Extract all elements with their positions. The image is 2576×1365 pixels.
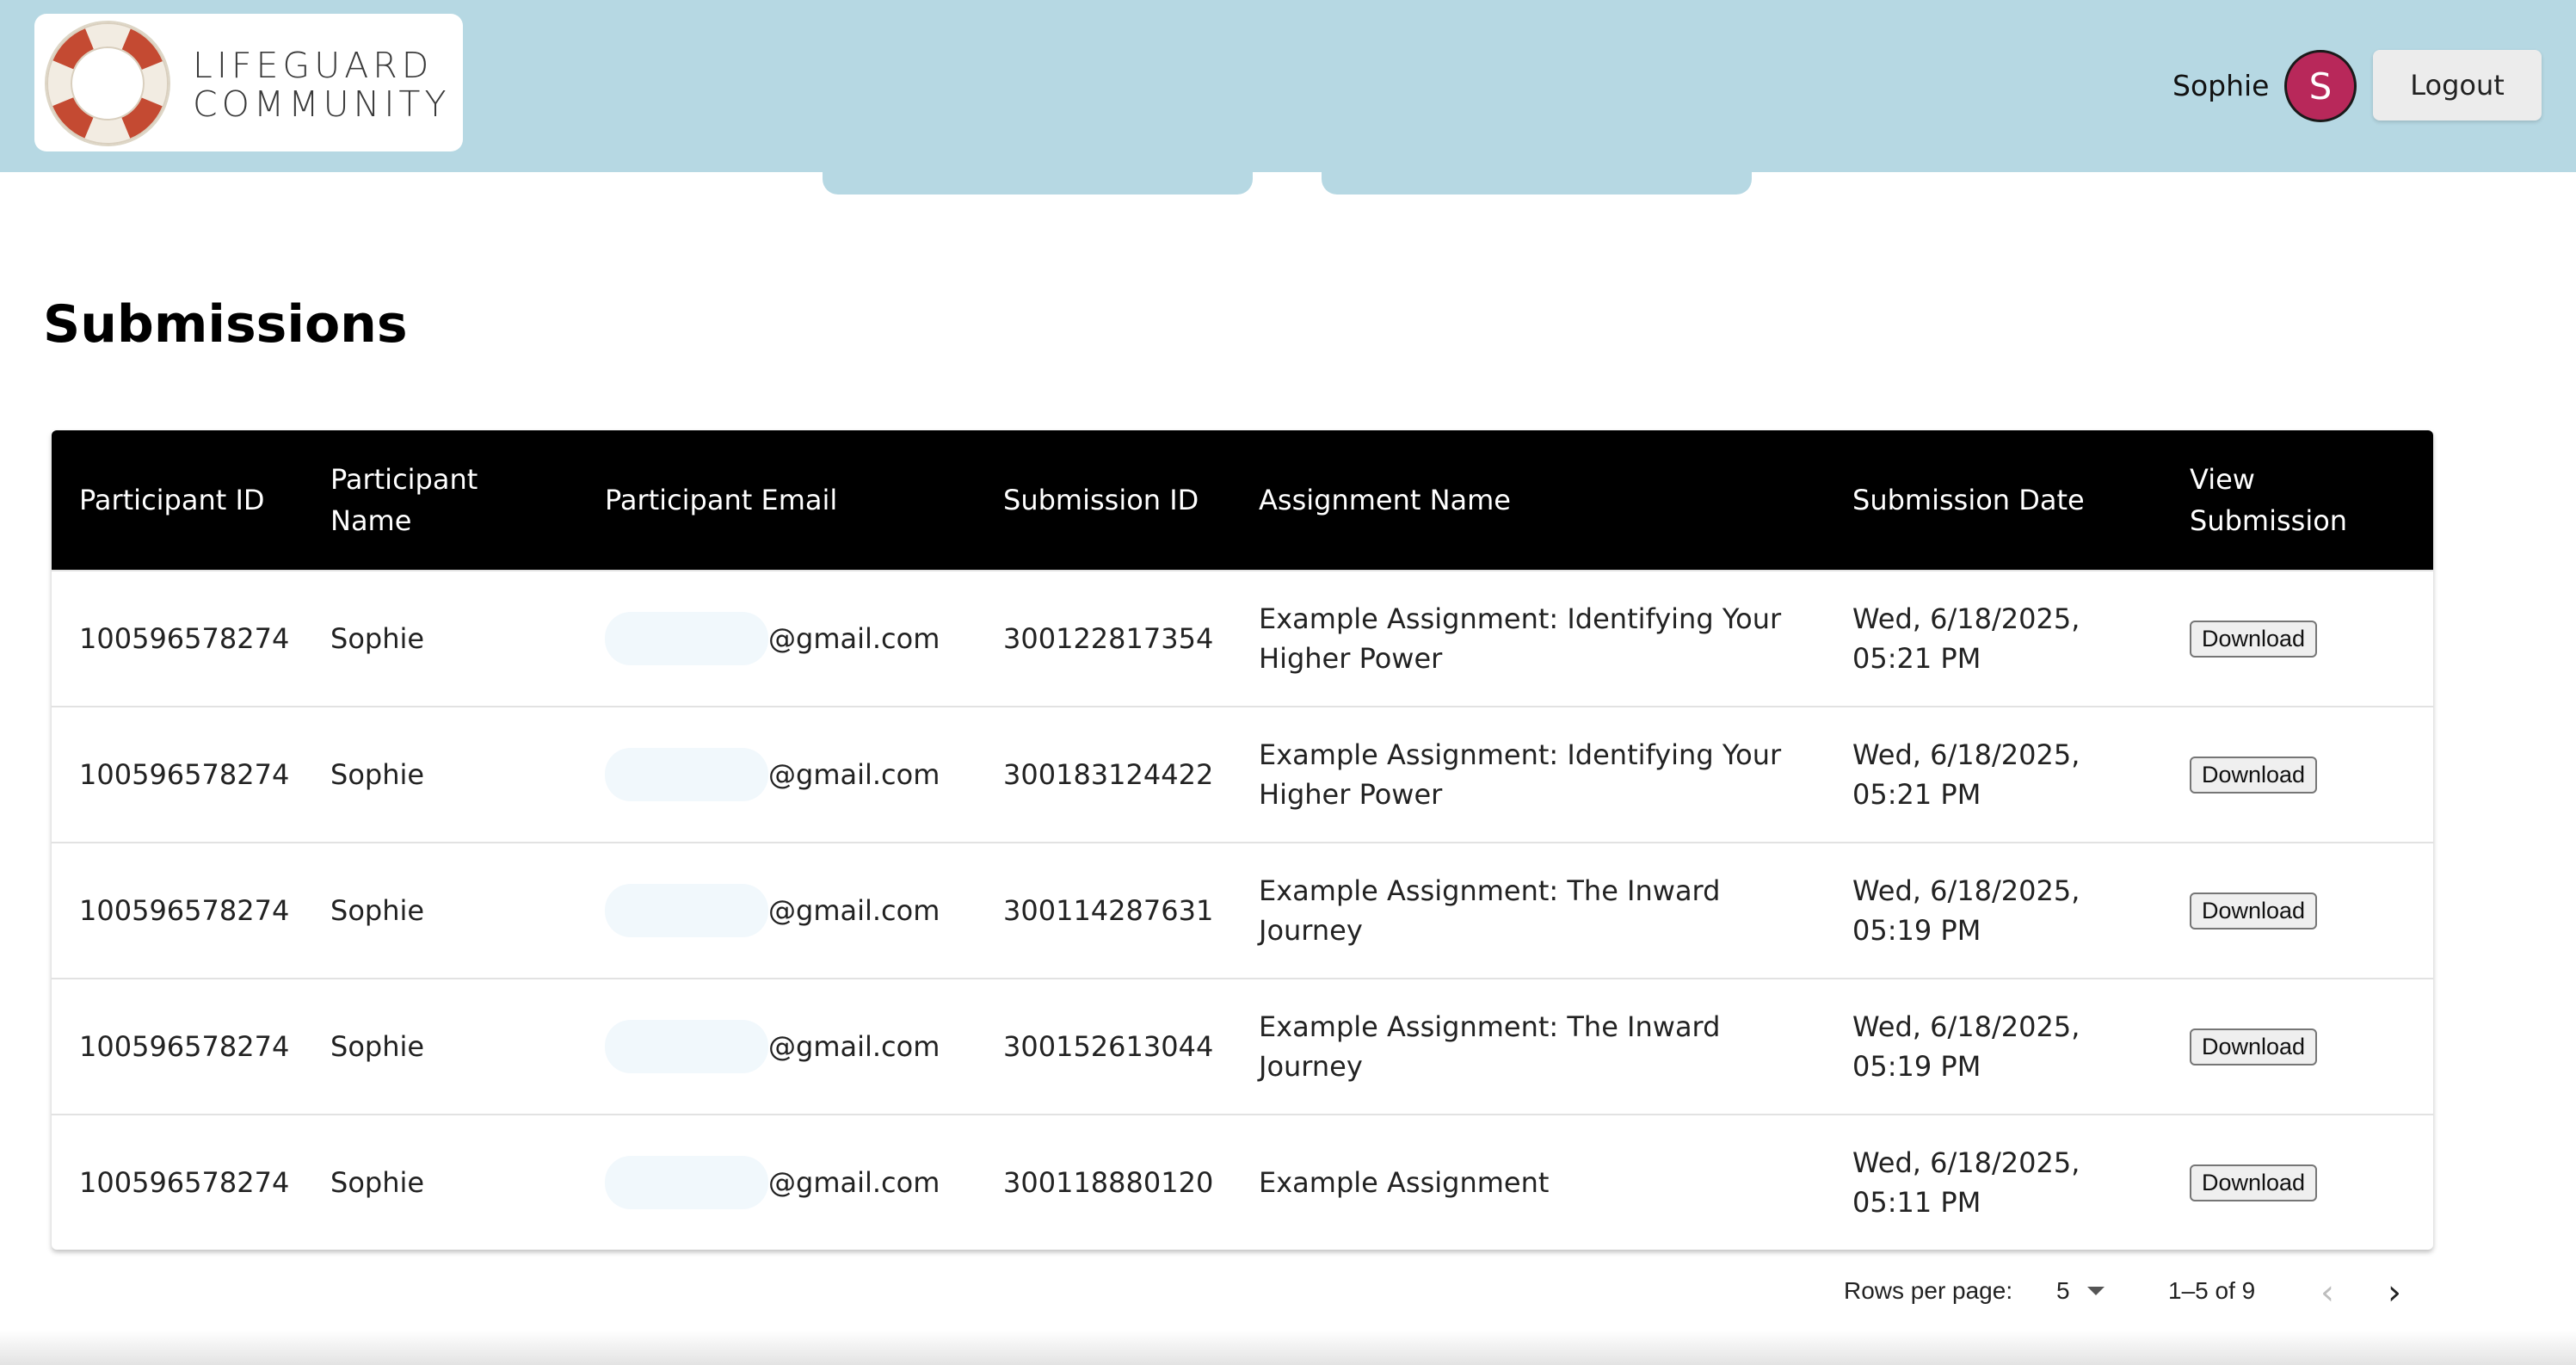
email-domain: @gmail.com [768,894,940,927]
life-buoy-icon [45,21,170,146]
cell-participant-name: Sophie [330,1030,425,1063]
cell-participant-name: Sophie [330,894,425,927]
cell-submission-date: Wed, 6/18/2025, 05:19 PM [1852,874,2080,947]
cell-submission-date: Wed, 6/18/2025, 05:11 PM [1852,1146,2080,1219]
email-domain: @gmail.com [768,758,940,791]
column-header-submission-date[interactable]: Submission Date [1852,430,2145,570]
cell-submission-id: 300114287631 [1003,894,1214,927]
cell-assignment-name: Example Assignment: The Inward Journey [1259,874,1721,947]
cell-view-submission: Download [2190,1115,2413,1250]
cell-submission-id: 300122817354 [1003,622,1214,655]
download-button[interactable]: Download [2190,892,2318,930]
nav-tab-1[interactable] [823,164,1253,195]
cell-participant-name: Sophie [330,622,425,655]
table-header: Participant ID Participant Name Particip… [52,430,2433,570]
cell-participant-id: 100596578274 [79,758,290,791]
column-header-participant-name[interactable]: Participant Name [330,430,554,570]
chevron-left-icon[interactable]: ‹ [2313,1275,2342,1310]
cell-participant-id: 100596578274 [79,622,290,655]
logout-button[interactable]: Logout [2373,50,2542,120]
download-button[interactable]: Download [2190,1164,2318,1201]
pagination-range: 1–5 of 9 [2168,1277,2256,1304]
cell-assignment-name: Example Assignment: Identifying Your Hig… [1259,738,1782,811]
logo-text: LIFEGUARD COMMUNITY [193,46,451,124]
cell-participant-id: 100596578274 [79,1030,290,1063]
page-title: Submissions [43,294,408,355]
cell-assignment-name: Example Assignment: The Inward Journey [1259,1010,1721,1083]
cell-view-submission: Download [2190,843,2413,978]
table-row: 100596578274 Sophie @gmail.com 300114287… [52,842,2433,978]
redacted-email-user [605,884,768,937]
cell-participant-email: @gmail.com [605,1115,1001,1250]
table-row: 100596578274 Sophie @gmail.com 300122817… [52,570,2433,706]
redacted-email-user [605,1156,768,1209]
table-row: 100596578274 Sophie @gmail.com 300183124… [52,706,2433,842]
redacted-email-user [605,1020,768,1073]
download-button[interactable]: Download [2190,620,2318,658]
email-domain: @gmail.com [768,1166,940,1199]
cell-submission-id: 300152613044 [1003,1030,1214,1063]
email-domain: @gmail.com [768,622,940,655]
cell-participant-email: @gmail.com [605,843,1001,978]
bottom-shadow [0,1331,2576,1365]
cell-view-submission: Download [2190,979,2413,1114]
logo-line-2: COMMUNITY [193,83,451,125]
submissions-table: Participant ID Participant Name Particip… [52,430,2433,1250]
column-header-assignment-name[interactable]: Assignment Name [1259,430,1775,570]
column-header-view-submission[interactable]: View Submission [2190,430,2405,570]
cell-participant-name: Sophie [330,1166,425,1199]
cell-participant-id: 100596578274 [79,1166,290,1199]
caret-down-icon [2086,1287,2105,1295]
cell-submission-id: 300183124422 [1003,758,1214,791]
nav-tab-2[interactable] [1322,164,1752,195]
email-domain: @gmail.com [768,1030,940,1063]
cell-submission-date: Wed, 6/18/2025, 05:19 PM [1852,1010,2080,1083]
cell-participant-email: @gmail.com [605,979,1001,1114]
logo[interactable]: LIFEGUARD COMMUNITY [34,14,463,151]
cell-participant-id: 100596578274 [79,894,290,927]
column-header-participant-id[interactable]: Participant ID [79,430,294,570]
cell-participant-email: @gmail.com [605,707,1001,842]
download-button[interactable]: Download [2190,1028,2318,1065]
redacted-email-user [605,612,768,665]
cell-view-submission: Download [2190,571,2413,706]
chevron-right-icon[interactable]: › [2380,1275,2409,1310]
column-header-submission-id[interactable]: Submission ID [1003,430,1218,570]
rows-per-page-value: 5 [2056,1277,2070,1304]
cell-assignment-name: Example Assignment [1259,1166,1550,1199]
user-name: Sophie [2172,69,2270,102]
rows-per-page-label: Rows per page: [1844,1277,2013,1304]
cell-assignment-name: Example Assignment: Identifying Your Hig… [1259,602,1782,675]
table-row: 100596578274 Sophie @gmail.com 300118880… [52,1114,2433,1250]
rows-per-page-select[interactable]: 5 [2056,1277,2105,1305]
cell-submission-date: Wed, 6/18/2025, 05:21 PM [1852,738,2080,811]
cell-view-submission: Download [2190,707,2413,842]
cell-submission-id: 300118880120 [1003,1166,1214,1199]
cell-participant-email: @gmail.com [605,571,1001,706]
avatar[interactable]: S [2284,50,2357,122]
download-button[interactable]: Download [2190,756,2318,794]
logo-line-1: LIFEGUARD [193,45,434,86]
table-row: 100596578274 Sophie @gmail.com 300152613… [52,978,2433,1114]
cell-submission-date: Wed, 6/18/2025, 05:21 PM [1852,602,2080,675]
cell-participant-name: Sophie [330,758,425,791]
redacted-email-user [605,748,768,801]
column-header-participant-email[interactable]: Participant Email [605,430,966,570]
